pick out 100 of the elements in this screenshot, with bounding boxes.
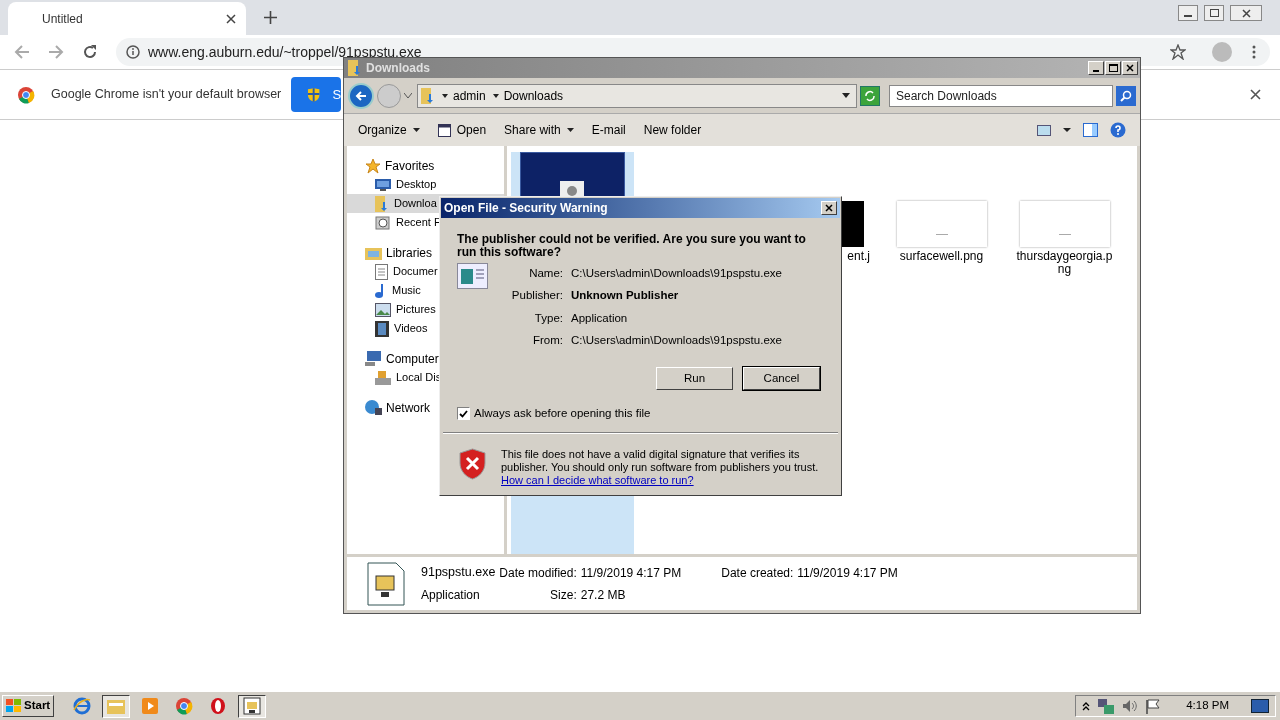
- file-name[interactable]: ent.j: [847, 250, 870, 263]
- shield-error-icon: [459, 448, 486, 481]
- field-label: Date modified:: [499, 564, 577, 582]
- sidebar-item[interactable]: Documer: [347, 262, 504, 281]
- file-name: 91pspstu.exe: [421, 564, 496, 582]
- taskbar-button[interactable]: [238, 694, 267, 718]
- folder-icon: [348, 60, 362, 76]
- close-button[interactable]: [1230, 5, 1262, 21]
- restore-button[interactable]: [1204, 5, 1224, 21]
- caret-icon[interactable]: [492, 93, 499, 98]
- picture-icon: [375, 302, 391, 317]
- network-icon[interactable]: [1098, 698, 1115, 714]
- globe-icon: [365, 400, 382, 415]
- toolbar-button[interactable]: Share with: [504, 121, 574, 139]
- help-icon[interactable]: [1110, 122, 1126, 138]
- browser-e-icon: [73, 697, 92, 715]
- file-thumbnail[interactable]: [1019, 201, 1110, 247]
- shield-icon: [307, 86, 321, 103]
- breadcrumb-item[interactable]: admin: [453, 86, 486, 105]
- field-value: Application: [571, 310, 629, 326]
- close-icon[interactable]: [1250, 89, 1261, 100]
- file-type: Application: [421, 586, 481, 604]
- chrome-logo-icon: [17, 85, 35, 104]
- field-value: C:\Users\admin\Downloads\91pspstu.exe: [571, 332, 782, 348]
- sidebar-heading[interactable]: Computer: [386, 349, 439, 368]
- search-button[interactable]: [1116, 85, 1136, 106]
- opera-logo-icon: [210, 697, 227, 715]
- sidebar-item[interactable]: Desktop: [347, 175, 504, 194]
- field-label: Type:: [533, 310, 563, 326]
- clock-folder-icon: [375, 214, 391, 231]
- caret-icon[interactable]: [1063, 128, 1071, 132]
- field-label: From:: [531, 332, 563, 348]
- sidebar-heading[interactable]: Network: [386, 398, 430, 417]
- windows-logo-icon: [6, 699, 22, 713]
- sidebar-heading[interactable]: Libraries: [386, 243, 433, 262]
- back-button[interactable]: [348, 82, 374, 109]
- close-icon: [1126, 64, 1134, 72]
- file-name[interactable]: thursdaygeorgia.png: [1014, 250, 1115, 276]
- address-bar[interactable]: admin Downloads: [417, 83, 857, 108]
- minimize-button[interactable]: [1178, 5, 1198, 21]
- field-label: Name:: [528, 266, 563, 281]
- flag-icon[interactable]: [1146, 698, 1161, 714]
- star-icon[interactable]: [1170, 44, 1186, 60]
- breadcrumb-item[interactable]: Downloads: [503, 86, 564, 105]
- dialog-button[interactable]: Cancel: [743, 367, 820, 390]
- sidebar-item[interactable]: Pictures: [347, 300, 504, 319]
- field-label: Date created:: [721, 564, 794, 582]
- file-name[interactable]: surfacewell.png: [891, 250, 992, 263]
- menu-icon[interactable]: [1252, 45, 1256, 59]
- clock[interactable]: 4:18 PM: [1186, 697, 1229, 715]
- refresh-button[interactable]: [860, 85, 880, 106]
- folder-icon: [421, 87, 435, 104]
- caret-icon: [566, 128, 574, 132]
- checkbox[interactable]: [457, 407, 470, 421]
- refresh-icon: [864, 89, 876, 102]
- caret-icon[interactable]: [842, 93, 850, 98]
- chrome-logo-icon: [175, 697, 194, 715]
- close-icon[interactable]: [226, 13, 236, 24]
- reload-icon[interactable]: [82, 44, 98, 60]
- field-value: C:\Users\admin\Downloads\91pspstu.exe: [571, 266, 782, 281]
- field-value: Unknown Publisher: [571, 288, 680, 304]
- field-label: Publisher:: [510, 288, 563, 304]
- monitor-icon: [375, 177, 391, 192]
- chevron-up-icon[interactable]: [1082, 701, 1091, 711]
- caret-icon[interactable]: [442, 93, 448, 98]
- speaker-icon[interactable]: [1122, 699, 1139, 713]
- new-tab-icon[interactable]: [264, 11, 277, 24]
- browser-tab[interactable]: Untitled: [8, 2, 246, 35]
- drive-icon: [375, 370, 391, 385]
- start-button[interactable]: Start: [2, 695, 55, 717]
- checkbox-label[interactable]: Always ask before opening this file: [474, 405, 651, 423]
- field-value: 11/9/2019 4:17 PM: [797, 564, 898, 582]
- app-window-icon: [243, 697, 262, 715]
- help-link[interactable]: How can I decide what software to run?: [501, 474, 694, 487]
- sidebar-item[interactable]: Music: [347, 281, 504, 300]
- toolbar-button[interactable]: Organize: [358, 121, 420, 139]
- file-thumbnail[interactable]: [520, 152, 625, 198]
- toolbar-button[interactable]: Open: [437, 121, 487, 139]
- set-default-button[interactable]: S: [291, 77, 342, 112]
- view-icon[interactable]: [1037, 124, 1051, 136]
- arrow-left-icon: [355, 90, 367, 101]
- field-value: 27.2 MB: [580, 586, 627, 604]
- sidebar-item[interactable]: Videos: [347, 319, 504, 338]
- dialog-button[interactable]: Run: [656, 367, 733, 390]
- computer-icon: [365, 351, 382, 366]
- search-icon: [1120, 89, 1132, 102]
- toolbar-button[interactable]: New folder: [643, 121, 702, 139]
- field-value: 11/9/2019 4:17 PM: [580, 564, 682, 582]
- star-icon: [365, 157, 381, 174]
- maximize-button[interactable]: [1105, 61, 1121, 75]
- show-desktop-button[interactable]: [1251, 699, 1269, 713]
- search-field[interactable]: Search Downloads: [889, 84, 1113, 107]
- preview-pane-icon[interactable]: [1083, 123, 1098, 137]
- folder-icon: [375, 195, 389, 212]
- sidebar-heading[interactable]: Favorites: [385, 156, 435, 175]
- field-label: Size:: [549, 586, 577, 604]
- toolbar-button[interactable]: E-mail: [591, 121, 626, 139]
- taskbar-button[interactable]: [102, 694, 131, 718]
- document-icon: [375, 263, 388, 280]
- file-thumbnail[interactable]: [896, 201, 987, 247]
